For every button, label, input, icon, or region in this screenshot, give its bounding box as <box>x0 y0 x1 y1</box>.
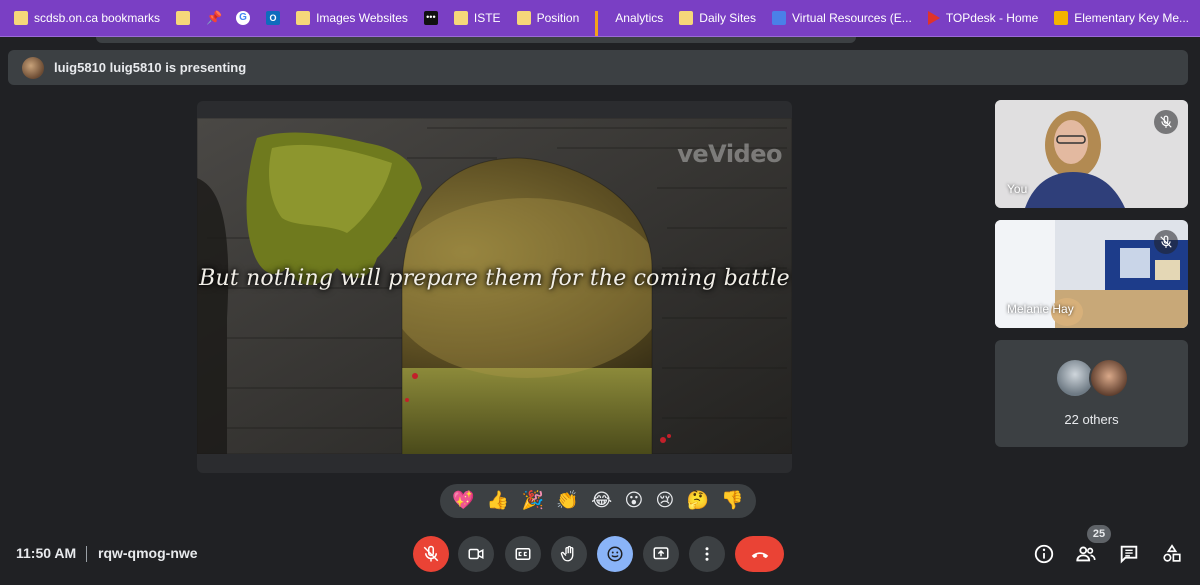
present-icon <box>653 547 669 560</box>
presenter-avatar <box>22 56 44 79</box>
presentation-video[interactable]: veVideo But nothing will prepare them fo… <box>197 118 792 454</box>
bookmark-dots-app[interactable]: ••• <box>416 4 446 32</box>
outlook-icon: O <box>266 11 281 25</box>
present-screen-button[interactable] <box>643 536 679 572</box>
activities-icon <box>1163 544 1181 562</box>
participant-tile-melanie[interactable]: Melanie Hay <box>995 220 1188 328</box>
presenting-banner: luig5810 luig5810 is presenting <box>8 50 1188 85</box>
docs-icon <box>771 11 786 25</box>
captions-button[interactable] <box>505 536 541 572</box>
presentation-caption: But nothing will prepare them for the co… <box>199 266 790 291</box>
analytics-icon <box>595 11 609 36</box>
bookmark-label: Daily Sites <box>699 11 756 25</box>
participant-name: You <box>1007 182 1028 196</box>
people-icon <box>1076 546 1096 562</box>
google-icon: G <box>236 11 251 25</box>
reaction-clapping[interactable]: 👏 <box>556 491 578 511</box>
bookmark-scdsb[interactable]: scdsb.on.ca bookmarks <box>6 4 168 32</box>
footer-divider <box>86 546 87 562</box>
meeting-details-button[interactable] <box>1032 542 1056 566</box>
camera-toggle-button[interactable] <box>458 536 494 572</box>
topdesk-icon <box>927 11 940 25</box>
folder-icon <box>14 11 28 25</box>
bookmark-images-websites[interactable]: Images Websites <box>288 4 416 32</box>
avatar <box>1088 358 1129 398</box>
bookmark-label: ISTE <box>473 11 501 25</box>
activities-button[interactable] <box>1160 542 1184 566</box>
others-avatars <box>995 358 1188 398</box>
bookmark-google[interactable]: G <box>228 4 258 32</box>
reactions-button[interactable] <box>597 536 633 572</box>
raise-hand-icon <box>560 545 574 562</box>
bookmark-folder[interactable] <box>168 4 198 32</box>
mic-off-icon <box>1154 110 1178 134</box>
chat-button[interactable] <box>1117 542 1141 566</box>
leave-call-button[interactable] <box>735 536 784 572</box>
reaction-thumbs-up[interactable]: 👍 <box>487 491 509 511</box>
reaction-laughing[interactable]: 😂 <box>591 491 612 511</box>
bookmark-analytics[interactable]: Analytics <box>587 4 671 36</box>
camera-icon <box>468 548 484 560</box>
participant-count-badge: 25 <box>1087 525 1111 543</box>
bookmark-topdesk[interactable]: TOPdesk - Home <box>920 4 1046 32</box>
presenting-text: luig5810 luig5810 is presenting <box>54 60 247 75</box>
mic-off-icon <box>1154 230 1178 254</box>
video-watermark: veVideo <box>677 140 782 168</box>
slides-icon <box>1054 11 1069 25</box>
participant-tile-self[interactable]: You <box>995 100 1188 208</box>
reactions-bar: 💖 👍 🎉 👏 😂 😮 😢 🤔 👎 <box>440 484 756 518</box>
reaction-crying[interactable]: 😢 <box>656 491 675 511</box>
bookmark-label: Virtual Resources (E... <box>791 11 912 25</box>
reaction-thinking[interactable]: 🤔 <box>687 491 709 511</box>
folder-icon <box>296 11 311 25</box>
bookmark-label: Images Websites <box>316 11 408 25</box>
bookmark-pin[interactable]: 📌 <box>198 4 228 32</box>
reaction-thumbs-down[interactable]: 👎 <box>721 491 743 511</box>
folder-icon <box>679 11 694 25</box>
chat-icon <box>1120 545 1138 564</box>
dots-app-icon: ••• <box>423 11 438 25</box>
top-pill <box>96 37 856 43</box>
bookmark-label: scdsb.on.ca bookmarks <box>34 11 161 25</box>
mic-toggle-button[interactable] <box>413 536 449 572</box>
bookmark-outlook[interactable]: O <box>258 4 288 32</box>
bookmark-elementary-key[interactable]: Elementary Key Me... <box>1046 4 1197 32</box>
raise-hand-button[interactable] <box>551 536 587 572</box>
reaction-surprised[interactable]: 😮 <box>624 491 643 511</box>
bookmark-label: TOPdesk - Home <box>945 11 1039 25</box>
folder-icon <box>516 11 531 25</box>
folder-icon <box>453 11 468 25</box>
participant-name: Melanie Hay <box>1007 302 1074 316</box>
bookmarks-bar: scdsb.on.ca bookmarks 📌 G O Images Websi… <box>0 0 1200 37</box>
meeting-time: 11:50 AM <box>16 545 77 561</box>
meeting-code: rqw-qmog-nwe <box>98 545 198 561</box>
info-icon <box>1034 544 1054 564</box>
reaction-party-popper[interactable]: 🎉 <box>522 491 544 511</box>
mic-off-icon <box>423 545 439 562</box>
hang-up-icon <box>751 552 768 559</box>
others-count-label: 22 others <box>1064 412 1119 427</box>
more-options-button[interactable] <box>689 536 725 572</box>
more-vert-icon <box>705 547 709 561</box>
participant-tile-others[interactable]: 22 others <box>995 340 1188 447</box>
bookmark-label: Position <box>536 11 580 25</box>
emoji-icon <box>607 546 623 562</box>
people-button[interactable] <box>1074 542 1098 566</box>
bookmark-label: Analytics <box>615 11 664 25</box>
folder-icon <box>176 11 191 25</box>
bookmark-virtual-resources[interactable]: Virtual Resources (E... <box>764 4 920 32</box>
reaction-sparkling-heart[interactable]: 💖 <box>452 491 474 511</box>
pin-icon: 📌 <box>206 10 223 25</box>
bookmark-daily-sites[interactable]: Daily Sites <box>671 4 764 32</box>
top-strip <box>0 37 1200 45</box>
bookmark-position[interactable]: Position <box>509 4 588 32</box>
captions-icon <box>515 548 531 560</box>
bookmark-label: Elementary Key Me... <box>1074 11 1190 25</box>
bookmark-iste[interactable]: ISTE <box>446 4 509 32</box>
